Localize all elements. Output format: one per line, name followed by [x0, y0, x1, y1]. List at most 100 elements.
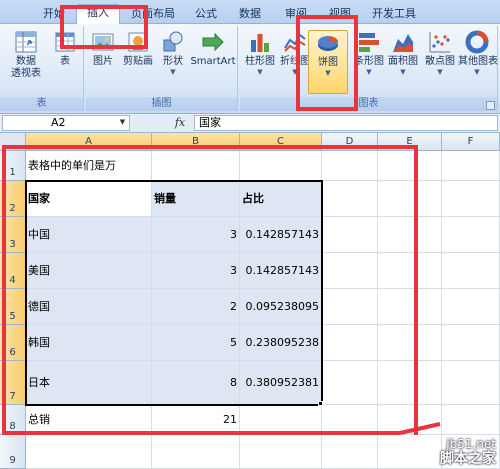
bar-chart-button[interactable]: 条形图 ▼	[350, 30, 388, 92]
cell-d4[interactable]	[322, 253, 378, 289]
row-header-6[interactable]: 6	[0, 325, 26, 361]
smartart-button[interactable]: SmartArt	[190, 30, 236, 92]
cell-f4[interactable]	[442, 253, 500, 289]
column-header-d[interactable]: D	[322, 133, 378, 151]
column-header-b[interactable]: B	[152, 133, 240, 151]
cell-d3[interactable]	[322, 217, 378, 253]
area-chart-button[interactable]: 面积图 ▼	[386, 30, 420, 92]
picture-button[interactable]: 图片	[88, 30, 118, 92]
table-button[interactable]: 表	[50, 30, 80, 92]
pivot-table-button[interactable]: 数据 透视表	[4, 30, 48, 92]
shapes-button[interactable]: 形状 ▼	[158, 30, 188, 92]
row-header-7[interactable]: 7	[0, 361, 26, 405]
pivot-table-label-2: 透视表	[11, 68, 41, 79]
tab-developer[interactable]: 开发工具	[366, 6, 422, 24]
table-cell-share[interactable]: 0.142857143	[240, 217, 322, 253]
insert-function-button[interactable]: fx	[170, 115, 190, 131]
table-cell-country[interactable]: 日本	[26, 361, 152, 405]
cell-a9[interactable]	[26, 435, 152, 469]
other-charts-button[interactable]: 其他图表 ▼	[458, 30, 498, 92]
table-cell-sales[interactable]: 5	[152, 325, 240, 361]
column-header-e[interactable]: E	[378, 133, 442, 151]
row-header-2[interactable]: 2	[0, 181, 26, 217]
tab-insert[interactable]: 插入	[76, 4, 120, 25]
name-box-dropdown-icon[interactable]: ▼	[116, 115, 129, 129]
tab-view[interactable]: 视图	[320, 6, 360, 24]
line-chart-button[interactable]: 折线图 ▼	[278, 30, 312, 92]
smartart-label: SmartArt	[190, 56, 236, 67]
column-header-c[interactable]: C	[240, 133, 322, 151]
tab-review[interactable]: 审阅	[276, 6, 316, 24]
row-header-3[interactable]: 3	[0, 217, 26, 253]
fill-handle[interactable]	[318, 401, 323, 406]
cell-d7[interactable]	[322, 361, 378, 405]
charts-dialog-launcher-icon[interactable]	[486, 101, 495, 110]
cell-e7[interactable]	[378, 361, 442, 405]
table-cell-share[interactable]: 0.142857143	[240, 253, 322, 289]
cell-d6[interactable]	[322, 325, 378, 361]
formula-input[interactable]: 国家	[194, 115, 498, 131]
watermark-url: jb51.net	[446, 437, 496, 451]
table-cell-sales[interactable]: 3	[152, 253, 240, 289]
scatter-chart-button[interactable]: 散点图 ▼	[422, 30, 458, 92]
cell-f7[interactable]	[442, 361, 500, 405]
cell-b1[interactable]	[152, 151, 240, 181]
table-cell-country[interactable]: 中国	[26, 217, 152, 253]
country-value: 德国	[28, 299, 50, 313]
pie-chart-button[interactable]: 饼图 ▼	[308, 30, 348, 94]
cell-f6[interactable]	[442, 325, 500, 361]
cell-c9[interactable]	[240, 435, 322, 469]
area-chart-icon	[393, 34, 413, 52]
cell-d2[interactable]	[322, 181, 378, 217]
watermark-brand: 脚本之家	[440, 451, 496, 467]
cell-f5[interactable]	[442, 289, 500, 325]
cell-e5[interactable]	[378, 289, 442, 325]
cell-d9[interactable]	[322, 435, 378, 469]
cell-e6[interactable]	[378, 325, 442, 361]
tab-home[interactable]: 开始	[34, 6, 74, 24]
group-tables: 数据 透视表 表 表	[0, 26, 84, 112]
name-box[interactable]: A2	[2, 115, 130, 131]
column-chart-label: 柱形图	[245, 56, 275, 67]
cell-b9[interactable]	[152, 435, 240, 469]
column-header-a[interactable]: A	[26, 133, 152, 151]
cell-d1[interactable]	[322, 151, 378, 181]
cell-e4[interactable]	[378, 253, 442, 289]
cell-f1[interactable]	[442, 151, 500, 181]
tab-data[interactable]: 数据	[230, 6, 270, 24]
table-cell-country[interactable]: 德国	[26, 289, 152, 325]
share-value: 0.380952381	[245, 375, 319, 389]
sales-value: 8	[230, 375, 237, 389]
cell-f3[interactable]	[442, 217, 500, 253]
cell-c2[interactable]: 占比	[240, 181, 322, 217]
cell-f2[interactable]	[442, 181, 500, 217]
table-cell-share[interactable]: 0.380952381	[240, 361, 322, 405]
table-cell-sales[interactable]: 3	[152, 217, 240, 253]
row-header-9[interactable]: 9	[0, 435, 26, 469]
table-cell-sales[interactable]: 8	[152, 361, 240, 405]
table-cell-share[interactable]: 0.095238095	[240, 289, 322, 325]
tab-formulas[interactable]: 公式	[186, 6, 226, 24]
cell-e2[interactable]	[378, 181, 442, 217]
cell-a1[interactable]: 表格中的单们是万	[26, 151, 152, 181]
table-cell-share[interactable]: 0.238095238	[240, 325, 322, 361]
table-cell-country[interactable]: 韩国	[26, 325, 152, 361]
column-header-f[interactable]: F	[442, 133, 500, 151]
pie-chart-label: 饼图	[318, 57, 338, 68]
clipart-button[interactable]: 剪贴画	[120, 30, 156, 92]
cell-b2[interactable]: 销量	[152, 181, 240, 217]
cell-a2[interactable]: 国家	[26, 181, 152, 217]
table-cell-sales[interactable]: 2	[152, 289, 240, 325]
column-chart-button[interactable]: 柱形图 ▼	[242, 30, 278, 92]
cell-e3[interactable]	[378, 217, 442, 253]
tab-page-layout[interactable]: 页面布局	[124, 6, 182, 24]
country-value: 美国	[28, 263, 50, 277]
table-cell-country[interactable]: 美国	[26, 253, 152, 289]
select-all-corner[interactable]	[0, 133, 26, 151]
cell-c1[interactable]	[240, 151, 322, 181]
row-header-1[interactable]: 1	[0, 151, 26, 181]
cell-d5[interactable]	[322, 289, 378, 325]
row-header-5[interactable]: 5	[0, 289, 26, 325]
row-header-4[interactable]: 4	[0, 253, 26, 289]
cell-e1[interactable]	[378, 151, 442, 181]
